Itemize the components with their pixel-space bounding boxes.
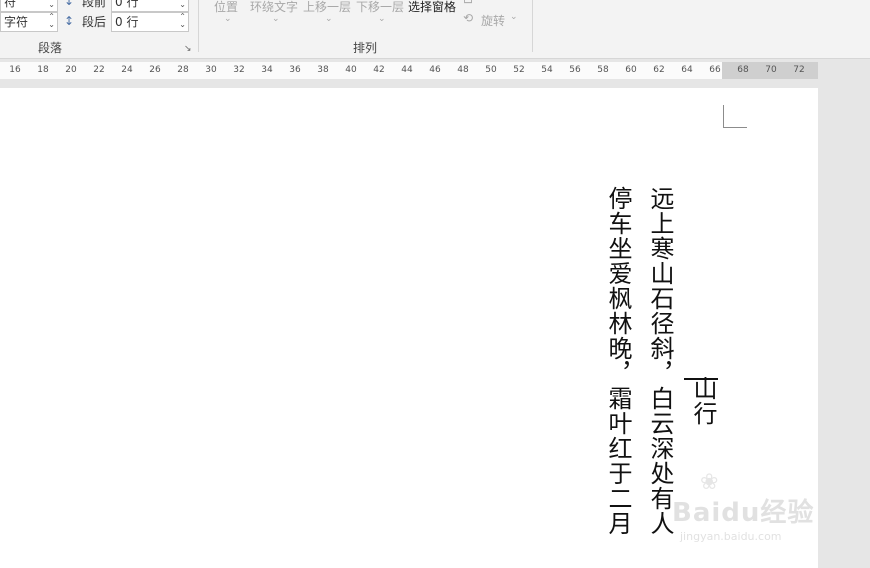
spacing-before-icon: ↕ — [64, 0, 75, 8]
indent-left-spinner[interactable]: 符 ⌃⌄ — [0, 0, 58, 12]
ruler-tick-label: 60 — [625, 65, 637, 75]
ruler-tick-label: 44 — [401, 65, 413, 75]
indent-right-spinner[interactable]: 字符 ⌃ ⌄ — [0, 12, 58, 32]
chevron-down-icon: ⌄ — [325, 14, 333, 24]
chevron-down-icon: ⌄ — [224, 14, 232, 24]
margin-corner-mark — [723, 105, 724, 128]
ruler-tick-label: 72 — [793, 65, 805, 75]
spinner-arrows-icon[interactable]: ⌃⌄ — [48, 0, 55, 9]
ruler-tick-label: 18 — [37, 65, 49, 75]
spinner-arrows-icon[interactable]: ⌃⌄ — [48, 13, 55, 29]
send-backward-button[interactable]: 下移一层 — [356, 0, 404, 15]
ruler-tick-label: 34 — [261, 65, 273, 75]
ruler-tick-label: 32 — [233, 65, 245, 75]
ruler-tick-label: 28 — [177, 65, 189, 75]
ruler-tick-label: 54 — [541, 65, 553, 75]
chevron-down-icon: ⌄ — [272, 14, 280, 24]
poem-line-2: 停车坐爱枫林晚，霜叶红于二月 — [604, 186, 632, 536]
ruler-tick-label: 46 — [429, 65, 441, 75]
align-icon[interactable]: ⊡ — [463, 0, 473, 6]
ruler-tick-label: 58 — [597, 65, 609, 75]
watermark-text: Baidu经验 — [672, 498, 815, 528]
selection-pane-button[interactable]: 选择窗格 — [408, 0, 456, 15]
spacing-after-spinner[interactable]: 0 行 ⌃ ⌄ — [111, 12, 189, 32]
ruler-tick-label: 36 — [289, 65, 301, 75]
ruler-tick-label: 62 — [653, 65, 665, 75]
ruler-tick-label: 30 — [205, 65, 217, 75]
ruler-tick-label: 20 — [65, 65, 77, 75]
chevron-down-icon: ⌄ — [510, 12, 518, 22]
ruler-tick-label: 52 — [513, 65, 525, 75]
ruler-tick-label: 48 — [457, 65, 469, 75]
group-divider — [198, 0, 199, 52]
horizontal-ruler[interactable]: 16 18 20 22 24 26 28 30 32 34 36 38 40 42 44 46 48 50 52 54… — [0, 62, 818, 79]
ruler-tick-label: 24 — [121, 65, 133, 75]
ruler-tick-label: 66 — [709, 65, 721, 75]
poem-title: 山行 — [689, 376, 717, 426]
dialog-launcher-icon[interactable]: ↘ — [184, 44, 192, 54]
spinner-arrows-icon[interactable]: ⌃⌄ — [179, 13, 186, 29]
ruler-tick-label: 38 — [317, 65, 329, 75]
paragraph-group-name: 段落 — [38, 41, 63, 55]
ruler-tick-label: 22 — [93, 65, 105, 75]
ruler-tick-label: 40 — [345, 65, 357, 75]
chevron-down-icon: ⌄ — [378, 14, 386, 24]
ruler-tick-label: 70 — [765, 65, 777, 75]
ruler-tick-label: 16 — [9, 65, 21, 75]
ruler-tick-label: 68 — [737, 65, 749, 75]
spacing-after-value: 0 行 — [115, 15, 139, 29]
rotate-button[interactable]: 旋转 — [481, 12, 505, 29]
indent-right-value: 字符 — [4, 15, 29, 29]
bring-forward-button[interactable]: 上移一层 — [303, 0, 351, 15]
group-divider — [532, 0, 533, 52]
ruler-tick-label: 42 — [373, 65, 385, 75]
margin-corner-mark — [723, 127, 747, 128]
ruler-tick-label: 56 — [569, 65, 581, 75]
spinner-arrows-icon[interactable]: ⌃⌄ — [179, 0, 186, 9]
baidu-watermark: ❀ Baidu经验 jingyan.baidu.com — [672, 470, 822, 550]
wrap-text-button[interactable]: 环绕文字 — [250, 0, 298, 15]
spacing-after-label: 段后 — [82, 15, 107, 29]
indent-left-value: 符 — [4, 0, 17, 9]
arrange-group-name: 排列 — [353, 41, 378, 55]
ribbon: 符 ⌃⌄ 字符 ⌃⌄ ↕ 段前 0 行 ⌃⌄ ↕ 段后 0 行 ⌃⌄ 段落 ↘ … — [0, 0, 870, 59]
watermark-url: jingyan.baidu.com — [680, 530, 782, 543]
poem-line-1: 远上寒山石径斜，白云深处有人 — [646, 186, 674, 536]
spacing-before-spinner[interactable]: 0 行 ⌃⌄ — [111, 0, 189, 12]
spacing-before-label: 段前 — [82, 0, 107, 9]
ruler-tick-label: 26 — [149, 65, 161, 75]
spacing-after-icon: ↕ — [64, 14, 75, 28]
position-button[interactable]: 位置 — [214, 0, 238, 15]
ruler-tick-label: 64 — [681, 65, 693, 75]
ruler-tick-label: 50 — [485, 65, 497, 75]
spacing-before-value: 0 行 — [115, 0, 139, 9]
rotate-icon: ⟲ — [463, 11, 474, 25]
